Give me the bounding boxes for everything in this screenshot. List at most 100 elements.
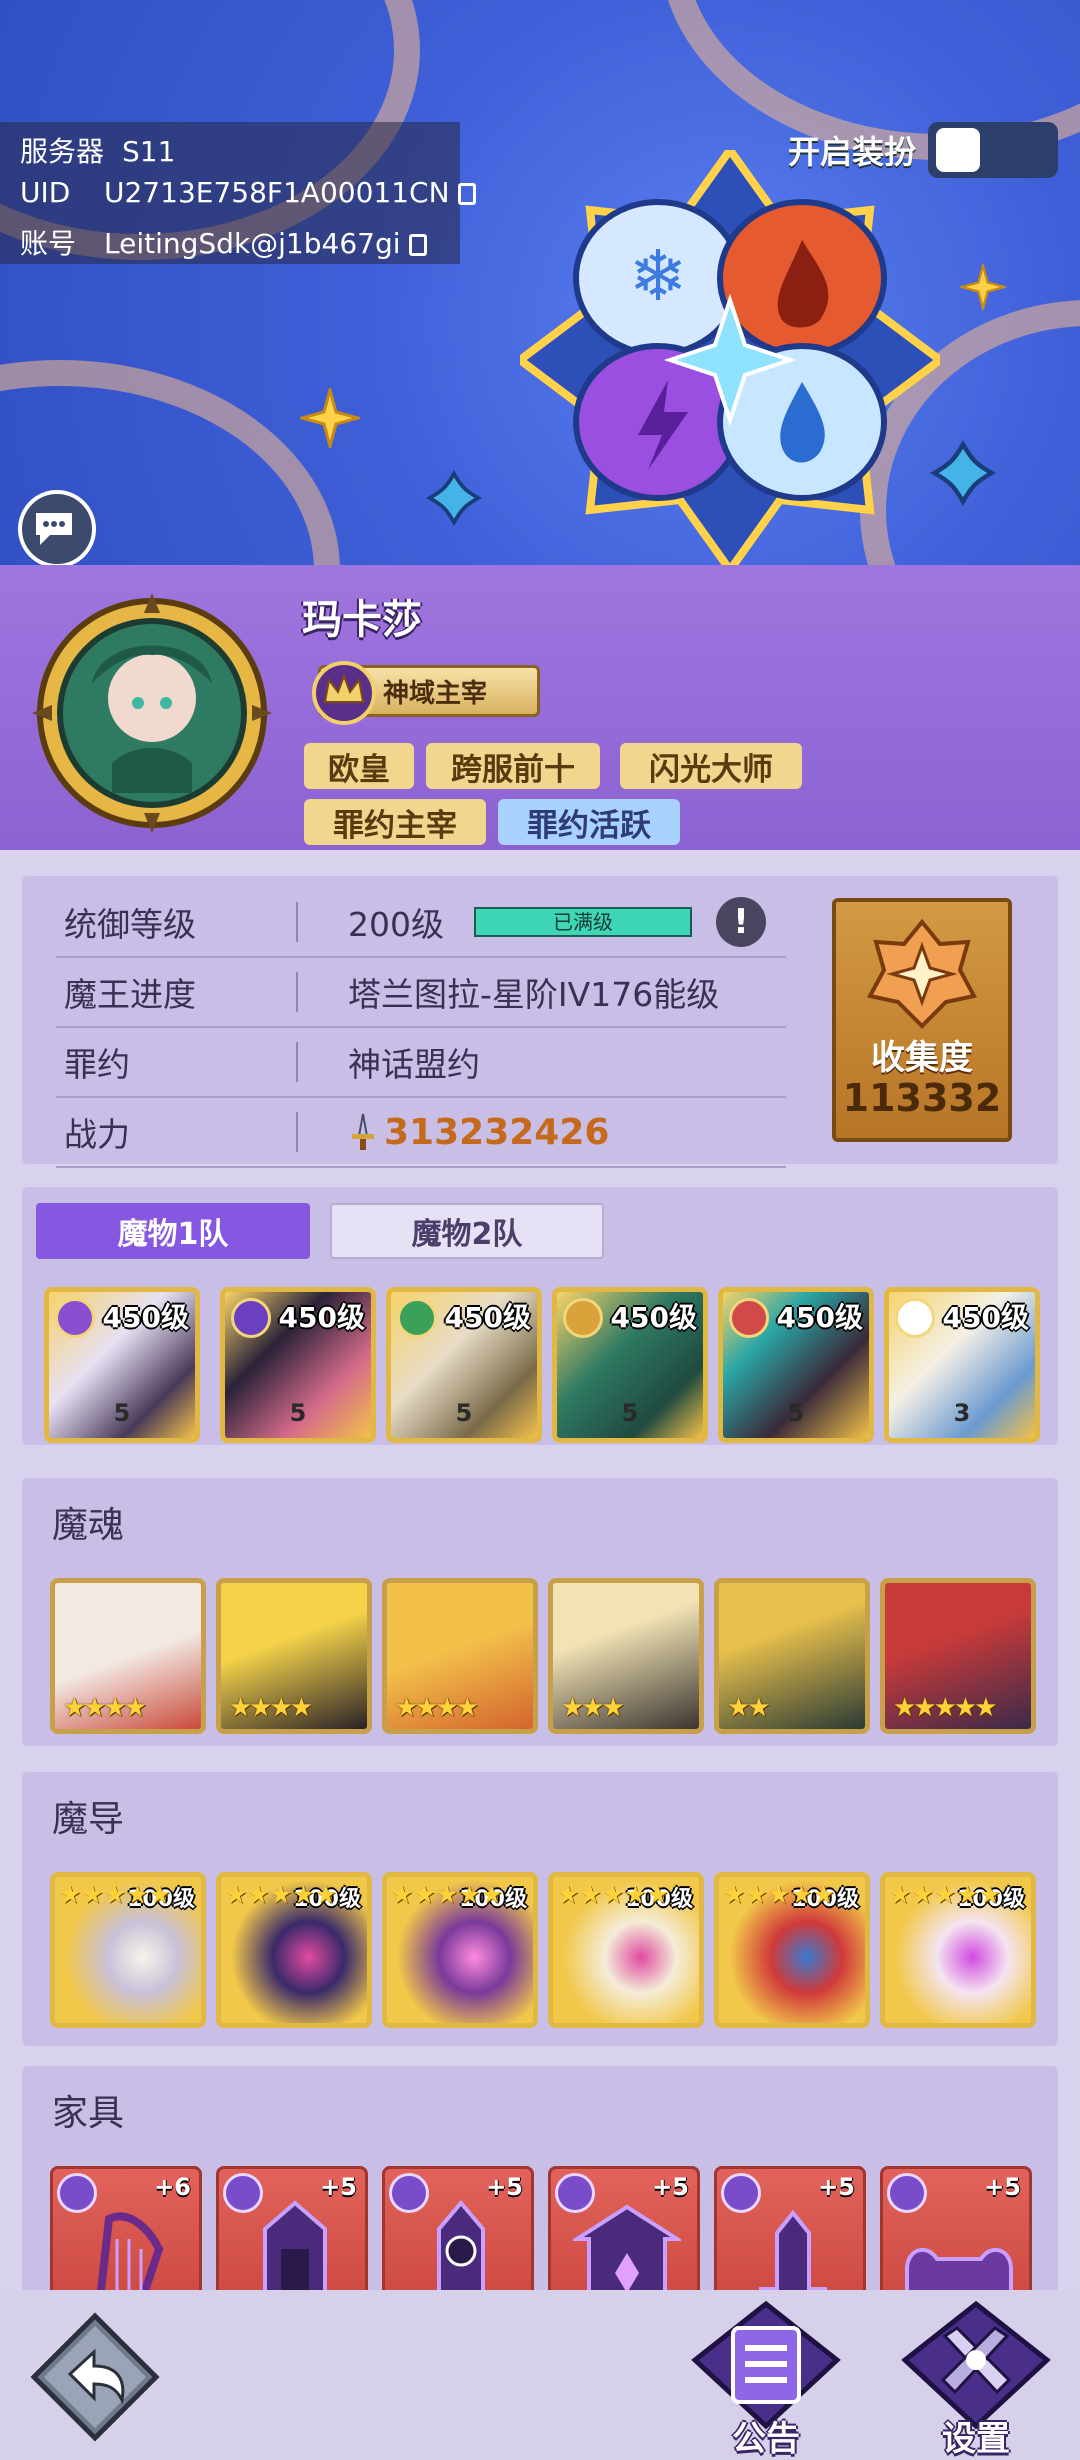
rank-badge-label: 神域主宰 [383, 678, 488, 709]
stat-label: 魔王进度 [64, 975, 196, 1014]
tab-team-1[interactable]: 魔物1队 [36, 1203, 310, 1259]
server-value: S11 [122, 135, 176, 168]
soul-item[interactable]: ★★★★ [216, 1578, 372, 1734]
soul-item[interactable]: ★★★★ [50, 1578, 206, 1734]
collection-label: 收集度 [871, 1038, 973, 1078]
skin-toggle-switch[interactable] [928, 122, 1058, 178]
soul-item[interactable]: ★★★ [548, 1578, 704, 1734]
back-button[interactable] [30, 2312, 160, 2442]
sparkle-icon [426, 470, 482, 526]
uid-row: UID U2713E758F1A00011CN [20, 176, 476, 209]
player-profile: 玛卡莎 神域主宰 欧皇 跨服前十 闪光大师 罪约主宰 罪约活跃 [0, 565, 1080, 850]
team-unit-card[interactable]: 450级 5 [386, 1287, 542, 1443]
element-icon [729, 1298, 769, 1338]
element-icon [895, 1298, 935, 1338]
stat-label: 战力 [64, 1115, 130, 1154]
unit-level: 450级 [278, 1301, 365, 1334]
title-tag[interactable]: 罪约主宰 [304, 799, 486, 845]
unit-star-count: 5 [621, 1399, 639, 1427]
player-avatar[interactable] [32, 593, 272, 833]
title-tag[interactable]: 罪约活跃 [498, 799, 680, 845]
title-tag[interactable]: 欧皇 [304, 743, 414, 789]
furniture-enhance-level: +5 [320, 2173, 357, 2201]
server-label: 服务器 [20, 135, 105, 168]
furniture-enhance-level: +6 [154, 2173, 191, 2201]
guide-item[interactable]: 100级 ★★★★★ [216, 1872, 372, 2028]
furniture-enhance-level: +5 [984, 2173, 1021, 2201]
element-icon [231, 1298, 271, 1338]
team-unit-card[interactable]: 450级 5 [552, 1287, 708, 1443]
sparkle-icon [960, 264, 1006, 310]
stats-card: 统御等级 200级 已满级 ! 魔王进度 塔兰图拉-星阶IV176能级 罪约 神… [22, 876, 1058, 1168]
guide-item[interactable]: 100级 ★★★★★ [382, 1872, 538, 2028]
guide-stars: ★★★★★ [225, 1881, 337, 1908]
account-row: 账号 LeitingSdk@j1b467gi [20, 222, 427, 262]
section-title: 魔导 [52, 1799, 125, 1840]
profile-banner: ❄ 服务器 S11 UID U2713E758F1A00011CN 账号 Leitin… [0, 0, 1080, 565]
tab-team-2[interactable]: 魔物2队 [330, 1203, 604, 1259]
guide-item[interactable]: 100级 ★★★★★ [714, 1872, 870, 2028]
chat-button[interactable] [18, 490, 96, 565]
stat-label: 罪约 [64, 1045, 130, 1084]
eye-icon [389, 2173, 429, 2213]
divider [296, 1042, 298, 1082]
crown-icon [312, 661, 376, 725]
section-title: 家具 [52, 2093, 125, 2134]
element-emblem-icon: ❄ [520, 150, 940, 565]
copy-uid-icon[interactable] [457, 183, 476, 205]
guide-stars: ★★★★★ [723, 1881, 835, 1908]
eye-icon [555, 2173, 595, 2213]
guide-card: 魔导 100级 ★★★★★ 100级 ★★★★★ 100级 ★★★★★ 100级… [22, 1772, 1058, 2046]
unit-star-count: 5 [455, 1399, 473, 1427]
guide-stars: ★★★★★ [557, 1881, 669, 1908]
unit-level: 450级 [776, 1301, 863, 1334]
unit-level: 450级 [610, 1301, 697, 1334]
info-alert-icon[interactable]: ! [716, 897, 766, 947]
stat-row-power: 战力 313232426 [56, 1098, 786, 1168]
player-name: 玛卡莎 [302, 597, 422, 643]
skin-toggle-label: 开启装扮 [787, 133, 916, 171]
soul-stars: ★★★★ [229, 1693, 313, 1723]
soul-stars: ★★ [727, 1693, 771, 1723]
title-tag[interactable]: 闪光大师 [620, 743, 802, 789]
sparkle-icon [300, 388, 360, 448]
stat-row-progress: 魔王进度 塔兰图拉-星阶IV176能级 [56, 958, 786, 1028]
stat-value: 200级 [348, 905, 444, 944]
rank-badge: 神域主宰 [312, 661, 540, 725]
soul-item[interactable]: ★★★★★ [880, 1578, 1036, 1734]
team-unit-card[interactable]: 450级 5 [718, 1287, 874, 1443]
soul-stars: ★★★★★ [893, 1693, 998, 1723]
team-unit-card[interactable]: 450级 5 [44, 1287, 200, 1443]
title-tag[interactable]: 跨服前十 [426, 743, 600, 789]
team-unit-card[interactable]: 450级 3 [884, 1287, 1040, 1443]
unit-star-count: 5 [289, 1399, 307, 1427]
guide-item[interactable]: 100级 ★★★★★ [880, 1872, 1036, 2028]
announcement-button[interactable]: 公告 [686, 2300, 846, 2460]
settings-button[interactable]: 设置 [896, 2300, 1056, 2460]
furniture-enhance-level: +5 [652, 2173, 689, 2201]
toggle-knob [936, 128, 980, 172]
unit-level: 450级 [102, 1301, 189, 1334]
section-title: 魔魂 [52, 1505, 125, 1546]
team-unit-card[interactable]: 450级 5 [220, 1287, 376, 1443]
team-card: 魔物1队 魔物2队 450级 5 450级 5 450级 5 450级 5 45… [22, 1187, 1058, 1445]
uid-value: U2713E758F1A00011CN [104, 176, 450, 209]
bottom-navigation: 公告 设置 [0, 2290, 1080, 2460]
stat-row-pact: 罪约 神话盟约 [56, 1028, 786, 1098]
furniture-enhance-level: +5 [818, 2173, 855, 2201]
stat-value: 神话盟约 [348, 1045, 480, 1084]
unit-level: 450级 [444, 1301, 531, 1334]
copy-account-icon[interactable] [408, 234, 427, 256]
element-icon [563, 1298, 603, 1338]
announcement-label: 公告 [732, 2419, 800, 2459]
element-icon [397, 1298, 437, 1338]
settings-label: 设置 [942, 2419, 1010, 2459]
soul-card: 魔魂 ★★★★ ★★★★ ★★★★ ★★★ ★★ ★★★★★ [22, 1478, 1058, 1746]
max-level-badge: 已满级 [474, 907, 692, 937]
guide-item[interactable]: 100级 ★★★★★ [50, 1872, 206, 2028]
guide-item[interactable]: 100级 ★★★★★ [548, 1872, 704, 2028]
eye-icon [721, 2173, 761, 2213]
collection-badge[interactable]: 收集度 113332 [832, 898, 1012, 1142]
soul-item[interactable]: ★★★★ [382, 1578, 538, 1734]
soul-item[interactable]: ★★ [714, 1578, 870, 1734]
